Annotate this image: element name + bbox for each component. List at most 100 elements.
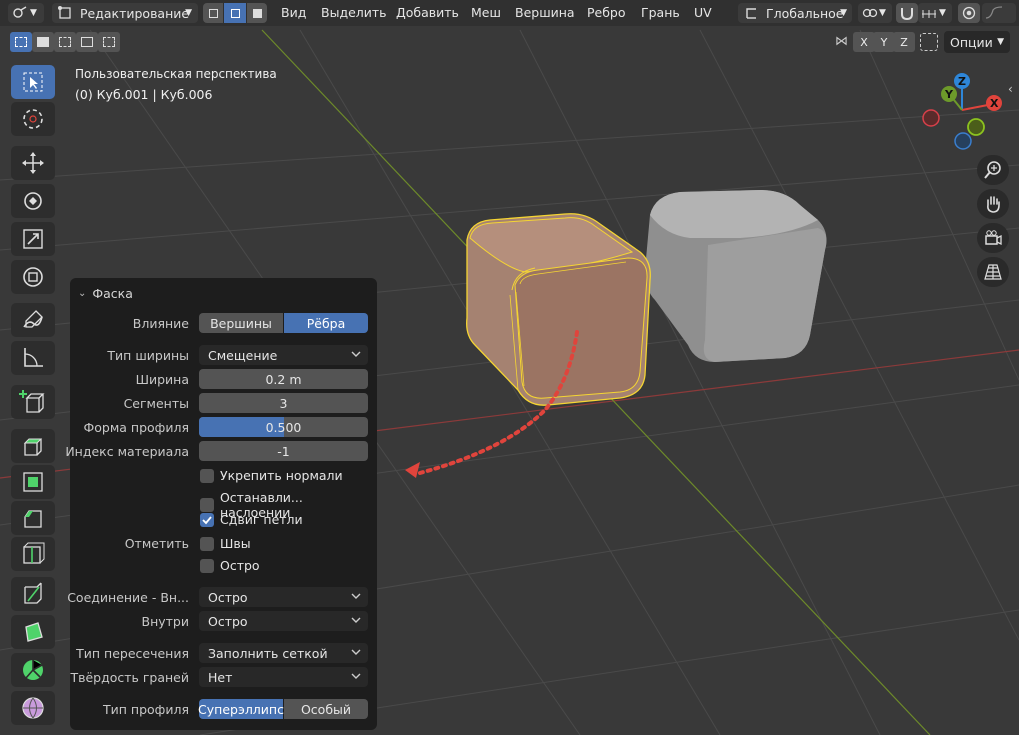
scale-icon bbox=[23, 229, 43, 249]
edge-select-button[interactable] bbox=[224, 3, 246, 23]
loop-slide-checkbox[interactable]: Сдвиг петли bbox=[200, 512, 303, 527]
checkmark-icon bbox=[202, 515, 212, 524]
profile-custom-button[interactable]: Особый bbox=[284, 699, 368, 719]
pencil-icon bbox=[23, 310, 43, 328]
inset-tool[interactable] bbox=[11, 465, 55, 499]
inner-miter-value: Остро bbox=[208, 613, 248, 629]
width-type-dropdown[interactable]: Смещение bbox=[199, 345, 368, 365]
smooth-icon bbox=[22, 697, 44, 719]
ruler-icon bbox=[24, 348, 43, 367]
chevron-down-icon bbox=[351, 593, 361, 599]
sidebar-toggle-icon[interactable]: ‹ bbox=[1008, 82, 1013, 96]
menu-face[interactable]: Грань bbox=[641, 5, 680, 20]
smooth-tool[interactable] bbox=[11, 691, 55, 725]
menu-add[interactable]: Добавить bbox=[396, 5, 459, 20]
scale-tool[interactable] bbox=[11, 222, 55, 256]
orientation-icon bbox=[746, 8, 756, 19]
menu-vertex[interactable]: Вершина bbox=[515, 5, 575, 20]
menu-select[interactable]: Выделить bbox=[321, 5, 387, 20]
select-mode-group bbox=[203, 3, 267, 23]
extrude-icon bbox=[23, 438, 43, 456]
cursor-select-icon bbox=[23, 72, 43, 92]
select-box-tool[interactable] bbox=[11, 65, 55, 99]
bevel-tool[interactable] bbox=[11, 501, 55, 535]
mirror-z-button[interactable]: Z bbox=[893, 32, 915, 52]
move-tool[interactable] bbox=[11, 146, 55, 180]
chevron-down-icon: ▼ bbox=[185, 8, 192, 18]
vertex-select-button[interactable] bbox=[203, 3, 223, 23]
spin-icon bbox=[23, 660, 43, 680]
mode-label: Редактирование bbox=[80, 5, 190, 21]
annotate-tool[interactable] bbox=[11, 303, 55, 337]
intersection-type-dropdown[interactable]: Заполнить сеткой bbox=[199, 643, 368, 663]
chevron-down-icon: ▼ bbox=[939, 8, 946, 18]
editor-type-button[interactable]: ▼ bbox=[8, 3, 44, 23]
chevron-down-icon bbox=[351, 649, 361, 655]
influence-vertices-button[interactable]: Вершины bbox=[199, 313, 283, 333]
perspective-toggle-button[interactable] bbox=[977, 257, 1009, 287]
select-intersect-icon bbox=[103, 37, 115, 47]
panel-header[interactable]: ⌄ Фаска bbox=[78, 286, 133, 301]
select-extend-button[interactable] bbox=[32, 32, 54, 52]
proportional-edit-toggle[interactable] bbox=[958, 3, 980, 23]
face-strength-dropdown[interactable]: Нет bbox=[199, 667, 368, 687]
select-new-button[interactable] bbox=[10, 32, 32, 52]
intersection-type-value: Заполнить сеткой bbox=[208, 645, 328, 661]
profile-shape-label: Форма профиля bbox=[83, 420, 189, 435]
snap-target-dropdown[interactable]: ▼ bbox=[918, 3, 952, 23]
poly-build-tool[interactable] bbox=[11, 615, 55, 649]
mode-dropdown[interactable]: Редактирование ▼ bbox=[52, 3, 198, 23]
loop-cut-icon bbox=[23, 542, 45, 564]
menu-mesh[interactable]: Меш bbox=[471, 5, 501, 20]
cursor-tool[interactable] bbox=[11, 102, 55, 136]
checkbox-box bbox=[200, 512, 214, 527]
transform-tool[interactable] bbox=[11, 260, 55, 294]
influence-edges-button[interactable]: Рёбра bbox=[284, 313, 368, 333]
spin-tool[interactable] bbox=[11, 653, 55, 687]
navigation-gizmo[interactable]: Z Y X bbox=[918, 70, 1008, 152]
measure-tool[interactable] bbox=[11, 341, 55, 375]
segments-field[interactable]: 3 bbox=[199, 393, 368, 413]
select-subtract-button[interactable] bbox=[54, 32, 76, 52]
loop-cut-tool[interactable] bbox=[11, 537, 55, 571]
menu-view[interactable]: Вид bbox=[281, 5, 306, 20]
outer-miter-value: Остро bbox=[208, 589, 248, 605]
harden-normals-checkbox[interactable]: Укрепить нормали bbox=[200, 468, 343, 483]
edge-select-icon bbox=[230, 8, 240, 18]
inner-miter-label: Внутри bbox=[141, 614, 190, 629]
falloff-dropdown[interactable] bbox=[982, 3, 1016, 23]
snap-toggle[interactable] bbox=[896, 3, 918, 23]
mirror-y-button[interactable]: Y bbox=[873, 32, 895, 52]
profile-superellipse-button[interactable]: Суперэллипс bbox=[198, 699, 284, 719]
add-cube-tool[interactable] bbox=[11, 385, 55, 419]
auto-merge-icon[interactable] bbox=[920, 33, 938, 51]
select-extend-icon bbox=[37, 37, 49, 47]
select-difference-button[interactable] bbox=[76, 32, 98, 52]
profile-type-label: Тип профиля bbox=[103, 702, 189, 717]
face-select-button[interactable] bbox=[247, 3, 267, 23]
outer-miter-dropdown[interactable]: Остро bbox=[199, 587, 368, 607]
camera-view-button[interactable] bbox=[977, 223, 1009, 253]
width-label: Ширина bbox=[135, 372, 189, 387]
mark-seams-checkbox[interactable]: Швы bbox=[200, 536, 251, 551]
rotate-tool[interactable] bbox=[11, 184, 55, 218]
mirror-x-button[interactable]: X bbox=[853, 32, 875, 52]
pivot-point-dropdown[interactable]: ▼ bbox=[858, 3, 892, 23]
transform-orientation-dropdown[interactable]: Глобальное ▼ bbox=[738, 3, 852, 23]
menu-edge[interactable]: Ребро bbox=[587, 5, 626, 20]
knife-icon bbox=[24, 582, 42, 604]
menu-uv[interactable]: UV bbox=[694, 5, 712, 20]
material-index-field[interactable]: -1 bbox=[199, 441, 368, 461]
width-field[interactable]: 0.2 m bbox=[199, 369, 368, 389]
mark-sharp-checkbox[interactable]: Остро bbox=[200, 558, 260, 573]
zoom-button[interactable] bbox=[977, 155, 1009, 185]
extrude-tool[interactable] bbox=[11, 429, 55, 463]
options-dropdown[interactable]: Опции ▼ bbox=[944, 31, 1010, 53]
inner-miter-dropdown[interactable]: Остро bbox=[199, 611, 368, 631]
pan-button[interactable] bbox=[977, 189, 1009, 219]
bevel-operator-panel: ⌄ Фаска Влияние Вершины Рёбра Тип ширины… bbox=[65, 278, 377, 730]
knife-tool[interactable] bbox=[11, 577, 55, 611]
select-intersect-button[interactable] bbox=[98, 32, 120, 52]
profile-shape-slider[interactable]: 0.500 bbox=[199, 417, 368, 437]
falloff-curve-icon bbox=[985, 6, 1003, 19]
